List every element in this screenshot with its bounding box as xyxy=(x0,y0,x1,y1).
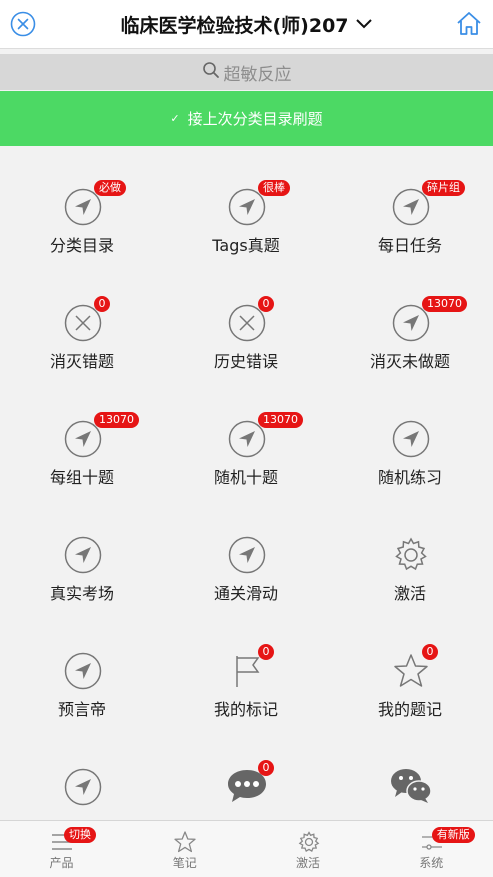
grid-item[interactable]: 随机练习 xyxy=(328,378,492,494)
count-badge: 必做 xyxy=(94,180,126,196)
navigation-arrow-icon xyxy=(228,536,266,574)
count-badge: 0 xyxy=(258,296,274,312)
grid-item[interactable]: 激活 xyxy=(328,494,492,610)
title-dropdown[interactable]: 临床医学检验技术(师)207 xyxy=(120,11,372,38)
tab-label: 产品 xyxy=(49,856,74,870)
tab-product[interactable]: 产品 切换 xyxy=(0,821,123,877)
navigation-arrow-icon xyxy=(64,768,102,806)
grid-item-label: 我的标记 xyxy=(213,700,278,719)
grid-item-label: 通关滑动 xyxy=(213,584,278,603)
search-bar[interactable]: 超敏反应 xyxy=(0,54,493,90)
grid-item[interactable]: 13070 消灭未做题 xyxy=(328,262,492,378)
search-icon xyxy=(202,61,220,84)
grid-item-label: 每日任务 xyxy=(377,236,442,255)
grid-item[interactable]: 0 我的题记 xyxy=(328,610,492,726)
navigation-arrow-icon xyxy=(64,652,102,690)
page-title: 临床医学检验技术(师)207 xyxy=(120,14,349,37)
tab-badge: 有新版 xyxy=(431,827,475,843)
grid-item-label: 随机十题 xyxy=(213,468,278,487)
grid-item[interactable]: 0 历史错误 xyxy=(164,262,328,378)
navigation-arrow-icon xyxy=(392,420,430,458)
star-outline-icon xyxy=(173,831,197,853)
grid-item[interactable]: 13070 随机十题 xyxy=(164,378,328,494)
grid-item-label: 预言帝 xyxy=(57,700,106,719)
grid-item[interactable]: 预言帝 xyxy=(0,610,164,726)
grid-item-label: 历史错误 xyxy=(213,352,278,371)
tab-notes[interactable]: 笔记 xyxy=(123,821,246,877)
grid-item[interactable]: 0 消灭错题 xyxy=(0,262,164,378)
count-badge: 0 xyxy=(422,644,438,660)
count-badge: 13070 xyxy=(94,412,139,428)
count-badge: 碎片组 xyxy=(422,180,465,196)
count-badge: 0 xyxy=(258,760,274,776)
resume-banner[interactable]: ✓ 接上次分类目录刷题 xyxy=(0,91,493,146)
grid-item[interactable]: 13070 每组十题 xyxy=(0,378,164,494)
home-icon[interactable] xyxy=(455,10,483,38)
tab-label: 笔记 xyxy=(172,856,197,870)
grid-item[interactable]: 0 我的标记 xyxy=(164,610,328,726)
grid-item-label: 分类目录 xyxy=(49,236,114,255)
tab-badge: 切换 xyxy=(64,827,96,843)
grid-item-label: 每组十题 xyxy=(49,468,114,487)
function-grid: 必做分类目录 很棒 Tags真题 碎片组每日任务 0 消灭错题 0 历史错误 13070 消灭未做… xyxy=(0,146,493,820)
tab-label: 激活 xyxy=(295,856,320,870)
grid-item[interactable]: 很棒 Tags真题 xyxy=(164,146,328,262)
close-circle-icon[interactable] xyxy=(9,10,37,38)
grid-item[interactable]: 通关滑动 xyxy=(164,494,328,610)
grid-item[interactable]: 碎片组每日任务 xyxy=(328,146,492,262)
grid-item-label: 消灭错题 xyxy=(49,352,114,371)
grid-item-label: 我的题记 xyxy=(377,700,442,719)
gear-icon xyxy=(392,536,430,574)
tab-label: 系统 xyxy=(419,856,444,870)
gear-icon xyxy=(297,831,321,853)
banner-text: 接上次分类目录刷题 xyxy=(187,110,323,128)
chat-bubble-icon xyxy=(225,766,266,804)
tab-activate[interactable]: 激活 xyxy=(247,821,370,877)
tab-system[interactable]: 系统 有新版 xyxy=(370,821,493,877)
grid-item-label: 消灭未做题 xyxy=(369,352,450,371)
count-badge: 13070 xyxy=(258,412,303,428)
header: 临床医学检验技术(师)207 xyxy=(0,0,493,49)
chevron-down-icon xyxy=(353,13,373,35)
grid-item-label: Tags真题 xyxy=(212,236,280,255)
grid-item-label: 随机练习 xyxy=(377,468,442,487)
navigation-arrow-icon xyxy=(64,536,102,574)
count-badge: 0 xyxy=(258,644,274,660)
count-badge: 0 xyxy=(94,296,110,312)
grid-item[interactable] xyxy=(328,726,492,820)
grid-item[interactable] xyxy=(0,726,164,820)
wechat-icon xyxy=(389,766,432,804)
search-text: 超敏反应 xyxy=(223,64,292,85)
tab-bar: 产品 切换笔记 激活 系统 有新版 xyxy=(0,820,493,877)
grid-item-label: 真实考场 xyxy=(49,584,114,603)
count-badge: 13070 xyxy=(422,296,467,312)
grid-item[interactable]: 0 xyxy=(164,726,328,820)
grid-item[interactable]: 必做分类目录 xyxy=(0,146,164,262)
grid-item-label: 激活 xyxy=(393,584,426,603)
check-icon: ✓ xyxy=(170,112,180,125)
count-badge: 很棒 xyxy=(258,180,290,196)
grid-item[interactable]: 真实考场 xyxy=(0,494,164,610)
